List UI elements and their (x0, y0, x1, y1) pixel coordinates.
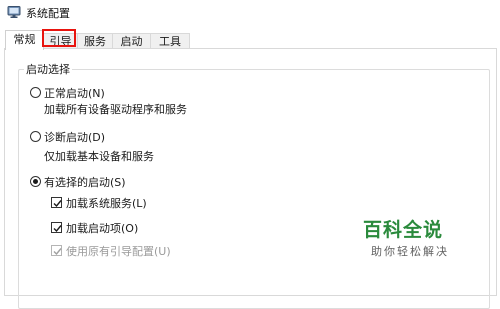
diagnostic-startup-description: 仅加载基本设备和服务 (44, 150, 154, 163)
normal-startup-label[interactable]: 正常启动(N) (44, 85, 105, 101)
tab-general[interactable]: 常规 (5, 30, 44, 50)
startup-selection-legend: 启动选择 (24, 61, 72, 77)
tab-strip: 常规 引导 服务 启动 工具 (0, 24, 500, 50)
use-original-boot-config-label: 使用原有引导配置(U) (66, 245, 171, 258)
selective-startup-radio[interactable] (30, 176, 41, 187)
diagnostic-startup-label[interactable]: 诊断启动(D) (44, 129, 105, 145)
use-original-boot-config-checkbox (51, 245, 62, 256)
watermark-subtitle: 助你轻松解决 (371, 245, 449, 258)
window-title: 系统配置 (26, 7, 70, 20)
normal-startup-radio[interactable] (30, 87, 41, 98)
tab-boot[interactable]: 引导 (43, 33, 78, 49)
load-system-services-checkbox[interactable] (51, 197, 62, 208)
msconfig-icon (7, 5, 21, 19)
tab-tools[interactable]: 工具 (150, 33, 190, 49)
watermark-title: 百科全说 (363, 219, 444, 241)
diagnostic-startup-radio[interactable] (30, 131, 41, 142)
selective-startup-label[interactable]: 有选择的启动(S) (44, 174, 126, 190)
checkmark-icon (53, 248, 62, 256)
load-system-services-label[interactable]: 加载系统服务(L) (66, 195, 147, 211)
tab-startup[interactable]: 启动 (112, 33, 151, 49)
checkmark-icon (53, 200, 62, 208)
normal-startup-description: 加载所有设备驱动程序和服务 (44, 103, 187, 116)
tab-services[interactable]: 服务 (77, 33, 113, 49)
load-startup-items-label[interactable]: 加载启动项(O) (66, 220, 138, 236)
load-startup-items-checkbox[interactable] (51, 222, 62, 233)
title-bar: 系统配置 (0, 0, 500, 24)
checkmark-icon (53, 225, 62, 233)
